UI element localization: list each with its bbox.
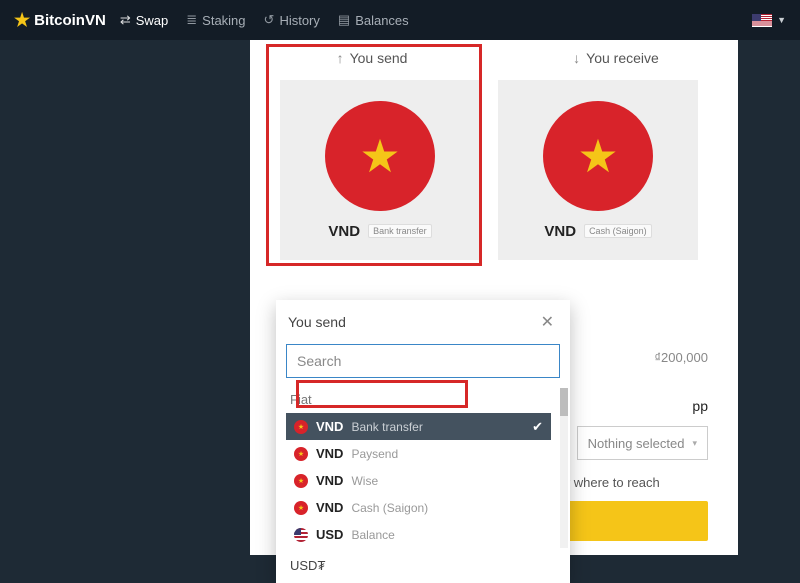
you-receive-card[interactable]: ★ VND Cash (Saigon) — [498, 80, 698, 260]
nav-history[interactable]: ↺ History — [264, 12, 320, 28]
send-currency: VND — [328, 223, 360, 240]
cards-row: ★ VND Bank transfer ★ VND Cash (Saigon) — [250, 80, 738, 260]
nav-history-label: History — [279, 13, 319, 28]
star-icon: ★ — [14, 11, 30, 29]
flag-vn-icon: ★ — [294, 447, 308, 461]
send-method: Bank transfer — [368, 224, 432, 238]
arrow-down-icon: ↓ — [573, 50, 580, 66]
nav-swap[interactable]: ⇄ Swap — [120, 12, 168, 28]
dropdown-search-wrap — [276, 340, 570, 388]
dropdown-item-usd-balance[interactable]: USD Balance — [286, 521, 544, 548]
amount-display: ₫200,000 — [654, 350, 708, 365]
search-input[interactable] — [286, 344, 560, 378]
receive-card-label: VND Cash (Saigon) — [544, 223, 651, 240]
swap-icon: ⇄ — [120, 12, 131, 28]
item-code: VND — [316, 419, 343, 434]
nav-staking-label: Staking — [202, 13, 245, 28]
flag-vn-icon: ★ — [325, 101, 435, 211]
item-method: Bank transfer — [351, 420, 422, 434]
main-nav: ⇄ Swap ≣ Staking ↺ History ▤ Balances — [120, 12, 409, 28]
dropdown-item-vnd-bank[interactable]: ★ VND Bank transfer ✔ — [286, 413, 551, 440]
flag-vn-icon: ★ — [543, 101, 653, 211]
flag-vn-icon: ★ — [294, 501, 308, 515]
nothing-selected-dropdown[interactable]: Nothing selected ▾ — [577, 426, 708, 460]
nav-staking[interactable]: ≣ Staking — [186, 12, 245, 28]
dropdown-header: You send ✕ — [276, 300, 570, 340]
dropdown-list: Fiat ★ VND Bank transfer ✔ ★ VND Paysend… — [276, 388, 570, 548]
flag-us-icon — [752, 14, 772, 27]
send-receive-header: ↑ You send ↓ You receive — [250, 40, 738, 76]
dropdown-item-vnd-paysend[interactable]: ★ VND Paysend — [286, 440, 544, 467]
you-send-header: ↑ You send — [250, 40, 494, 76]
header-left: ★ BitcoinVN ⇄ Swap ≣ Staking ↺ History ▤… — [14, 11, 409, 29]
nav-balances-label: Balances — [355, 13, 408, 28]
item-code: USD — [316, 527, 343, 542]
arrow-up-icon: ↑ — [337, 50, 344, 66]
chevron-down-icon: ▼ — [777, 15, 786, 25]
you-receive-label: You receive — [586, 50, 659, 66]
receive-currency: VND — [544, 223, 576, 240]
brand-name: BitcoinVN — [34, 12, 106, 29]
chevron-down-icon: ▾ — [692, 438, 697, 449]
you-send-label: You send — [350, 50, 408, 66]
history-icon: ↺ — [264, 12, 275, 28]
item-method: Wise — [351, 474, 378, 488]
dropdown-title: You send — [288, 314, 346, 330]
item-code: VND — [316, 500, 343, 515]
staking-icon: ≣ — [186, 12, 197, 28]
dropdown-item-vnd-wise[interactable]: ★ VND Wise — [286, 467, 544, 494]
scrollbar[interactable] — [560, 388, 568, 548]
currency-dropdown: You send ✕ Fiat ★ VND Bank transfer ✔ ★ … — [276, 300, 570, 583]
item-method: Cash (Saigon) — [351, 501, 428, 515]
item-method: Paysend — [351, 447, 398, 461]
item-code: VND — [316, 473, 343, 488]
check-icon: ✔ — [532, 419, 543, 435]
brand-logo[interactable]: ★ BitcoinVN — [14, 11, 106, 29]
nav-balances[interactable]: ▤ Balances — [338, 12, 409, 28]
receive-method: Cash (Saigon) — [584, 224, 652, 238]
you-receive-header: ↓ You receive — [494, 40, 738, 76]
app-header: ★ BitcoinVN ⇄ Swap ≣ Staking ↺ History ▤… — [0, 0, 800, 40]
you-send-card[interactable]: ★ VND Bank transfer — [280, 80, 480, 260]
select-placeholder: Nothing selected — [588, 436, 685, 451]
flag-vn-icon: ★ — [294, 420, 308, 434]
dropdown-item-vnd-cash[interactable]: ★ VND Cash (Saigon) — [286, 494, 544, 521]
nav-swap-label: Swap — [136, 13, 169, 28]
close-icon[interactable]: ✕ — [537, 310, 558, 334]
star-icon: ★ — [359, 129, 400, 183]
flag-us-icon — [294, 528, 308, 542]
dropdown-category: Fiat — [286, 388, 570, 413]
star-icon: ★ — [577, 129, 618, 183]
item-method: Balance — [351, 528, 394, 542]
send-card-label: VND Bank transfer — [328, 223, 431, 240]
balances-icon: ▤ — [338, 12, 350, 28]
dropdown-footer: USD₮ — [276, 548, 570, 575]
language-selector[interactable]: ▼ — [752, 14, 786, 27]
item-code: VND — [316, 446, 343, 461]
pp-label: pp — [692, 398, 708, 414]
flag-vn-icon: ★ — [294, 474, 308, 488]
